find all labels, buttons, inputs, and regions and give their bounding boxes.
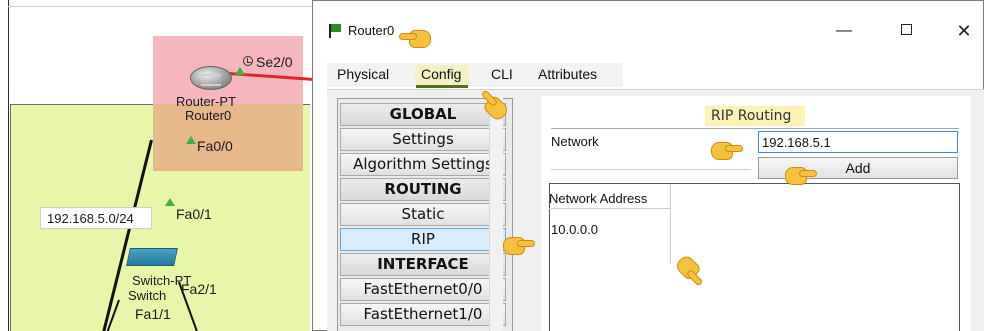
network-address-column-header: Network Address (549, 191, 671, 209)
network-input[interactable] (758, 131, 958, 153)
clock-icon (243, 56, 253, 66)
maximize-button[interactable] (896, 21, 916, 41)
close-button[interactable]: ✕ (954, 21, 974, 41)
config-nav-list: GLOBAL Settings Algorithm Settings ROUTI… (337, 98, 513, 331)
nav-item-fastethernet1-0[interactable]: FastEthernet1/0 (340, 303, 506, 326)
minimize-button[interactable]: — (834, 21, 854, 41)
interface-label-fa00: Fa0/0 (197, 138, 233, 154)
tab-config-underline (416, 85, 468, 88)
router-icon[interactable] (190, 66, 232, 90)
tab-cli[interactable]: CLI (491, 66, 513, 82)
interface-label-fa01: Fa0/1 (176, 206, 212, 222)
router-name-label: Router0 (185, 108, 232, 123)
nav-item-fastethernet0-0[interactable]: FastEthernet0/0 (340, 278, 506, 301)
tab-config[interactable]: Config (421, 66, 461, 82)
pointing-hand-icon (501, 233, 535, 257)
nav-item-rip[interactable]: RIP (340, 228, 506, 251)
router-type-label: Router-PT (176, 94, 236, 109)
link-status-icon (186, 136, 196, 144)
nav-item-algorithm-settings[interactable]: Algorithm Settings (340, 153, 506, 176)
flag-icon (328, 24, 342, 38)
pointing-hand-icon (709, 138, 743, 162)
nav-header-routing: ROUTING (340, 178, 506, 201)
router-config-window: Router0 — ✕ Physical Config CLI Attribut… (312, 0, 984, 331)
switch-icon[interactable] (126, 248, 178, 266)
interface-label-fa21: Fa2/1 (181, 281, 217, 297)
maximize-icon (900, 24, 912, 35)
pointing-hand-icon (399, 26, 433, 50)
window-title: Router0 (348, 23, 395, 38)
divider (551, 128, 959, 129)
nav-scrollbar[interactable]: ▲ (489, 98, 503, 331)
nav-item-static[interactable]: Static (340, 203, 506, 226)
canvas-top-edge (8, 6, 320, 7)
interface-label-fa11: Fa1/1 (135, 306, 171, 322)
switch-name-label: Switch (128, 288, 167, 303)
link-status-icon (165, 198, 175, 206)
rip-panel-title: RIP Routing (711, 108, 792, 124)
tab-physical[interactable]: Physical (337, 66, 389, 82)
interface-label-se: Se2/0 (256, 54, 293, 70)
pointing-hand-icon (783, 163, 817, 187)
network-address-row[interactable]: 10.0.0.0 (551, 222, 598, 237)
column-separator (670, 184, 671, 264)
nav-item-settings[interactable]: Settings (340, 128, 506, 151)
network-field-label: Network (551, 134, 599, 149)
nav-header-interface: INTERFACE (340, 253, 506, 276)
tab-attributes[interactable]: Attributes (538, 66, 597, 82)
divider (551, 169, 751, 170)
link-status-icon (235, 67, 245, 75)
network-label: 192.168.5.0/24 (47, 211, 134, 226)
